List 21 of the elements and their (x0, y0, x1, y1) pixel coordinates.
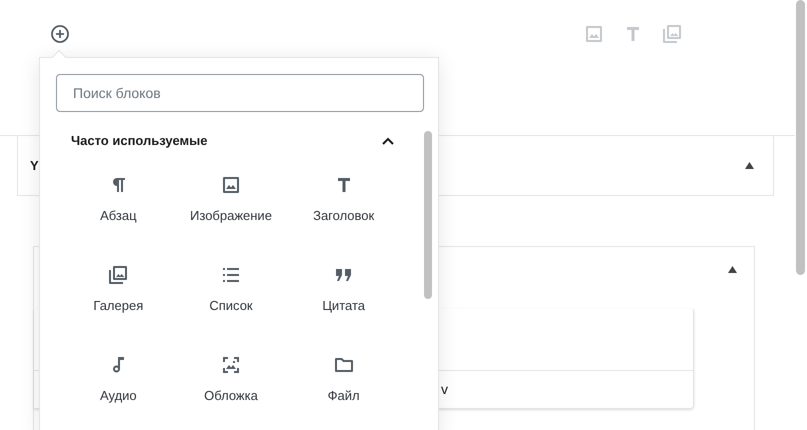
panel-title: Y (30, 156, 39, 175)
block-item[interactable]: Аудио (62, 350, 175, 430)
block-item[interactable]: Обложка (174, 350, 288, 430)
section-header[interactable]: Часто используемые (71, 131, 395, 150)
block-item[interactable]: Заголовок (287, 170, 400, 260)
block-item[interactable]: Цитата (287, 260, 400, 350)
page-scrollbar-thumb[interactable] (796, 0, 805, 275)
block-item[interactable]: Галерея (62, 260, 175, 350)
add-block-button[interactable] (50, 24, 70, 44)
block-item[interactable]: Абзац (62, 170, 175, 260)
plus-circle-icon (50, 24, 70, 44)
search-field[interactable]: Поиск блоков (56, 74, 424, 112)
scrollbar-thumb[interactable] (424, 131, 432, 299)
block-item[interactable]: Изображение (174, 170, 288, 260)
block-item[interactable]: Список (174, 260, 288, 350)
gallery-block-button[interactable] (660, 22, 684, 46)
toggle-arrow-icon[interactable] (745, 162, 754, 169)
card-text: v (441, 380, 448, 399)
gallery-icon (660, 22, 684, 46)
block-item[interactable]: Файл (287, 350, 400, 430)
toggle-arrow-icon[interactable] (728, 266, 737, 273)
